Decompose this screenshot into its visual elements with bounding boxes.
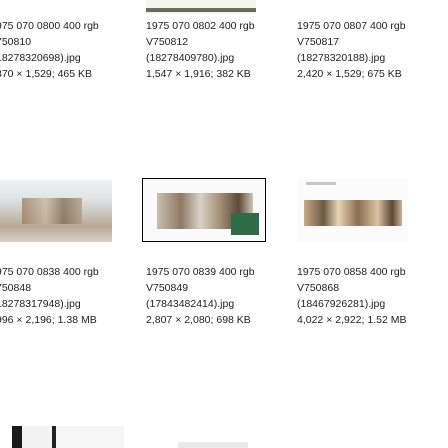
file-caption[interactable]: 975 070 0800 400 rgb 750810 18278320698)… — [0, 18, 134, 82]
file-name-line[interactable]: V750812 — [146, 34, 284, 50]
file-name-line[interactable]: 1975 070 0802 400 rgb — [146, 18, 284, 34]
file-name-line[interactable]: (18278320188).jpg — [297, 50, 435, 66]
file-caption[interactable]: 1975 070 0802 400 rgb V750812 (182784097… — [146, 18, 284, 82]
thumbnail-image[interactable] — [298, 178, 408, 242]
file-dimensions: 996 × 2,196; 1.38 MB — [0, 314, 97, 326]
file-name-line[interactable]: 975 070 0838 400 rgb — [0, 264, 134, 280]
file-name-line[interactable]: 18278317948).jpg — [0, 296, 134, 312]
file-name-line[interactable]: V750868 — [297, 280, 435, 296]
file-name-line[interactable]: 975 070 0800 400 rgb — [0, 18, 134, 34]
file-caption[interactable]: 1975 070 0839 400 rgb V750849 (178434824… — [146, 264, 284, 328]
file-caption[interactable]: 1975 070 0807 400 rgb V750817 (182783201… — [297, 18, 435, 82]
file-name-line[interactable]: (18278409780).jpg — [146, 50, 284, 66]
thumbnail-image[interactable] — [12, 426, 124, 448]
thumbnail-image[interactable] — [178, 438, 248, 448]
file-dimensions: 370 × 1,529; 465 KB — [0, 68, 93, 80]
file-name-line[interactable]: 1975 070 0858 400 rgb — [297, 264, 435, 280]
file-caption[interactable]: 975 070 0838 400 rgb 750848 18278317948)… — [0, 264, 134, 328]
file-dimensions: 1,547 × 1,916; 382 KB — [146, 68, 251, 80]
thumbnail-photo-detail — [306, 182, 336, 185]
file-name-line[interactable]: (17843482414).jpg — [146, 296, 284, 312]
file-name-line[interactable]: 750848 — [0, 280, 134, 296]
file-dimensions: 2,420 × 1,529; 675 KB — [297, 68, 402, 80]
file-name-line[interactable]: V750817 — [297, 34, 435, 50]
file-name-line[interactable]: 18278320698).jpg — [0, 50, 134, 66]
file-caption[interactable]: 1975 070 0858 400 rgb V750868 (184679262… — [297, 264, 435, 328]
thumbnail-photo — [304, 200, 402, 226]
file-dimensions: 2,807 × 2,080; 698 KB — [146, 314, 251, 326]
file-name-line[interactable]: 1975 070 0839 400 rgb — [146, 264, 284, 280]
file-name-line[interactable]: V750849 — [146, 280, 284, 296]
thumbnail-photo-detail — [231, 213, 259, 235]
file-name-line[interactable]: 750810 — [0, 34, 134, 50]
thumbnail-image[interactable] — [0, 180, 112, 242]
file-name-line[interactable]: 1975 070 0807 400 rgb — [297, 18, 435, 34]
file-dimensions: 4,022 × 2,922; 1.52 MB — [297, 314, 407, 326]
thumbnail-image[interactable] — [146, 0, 256, 14]
file-name-line[interactable]: (18467926281).jpg — [297, 296, 435, 312]
thumbnail-image-selected[interactable] — [142, 178, 266, 242]
